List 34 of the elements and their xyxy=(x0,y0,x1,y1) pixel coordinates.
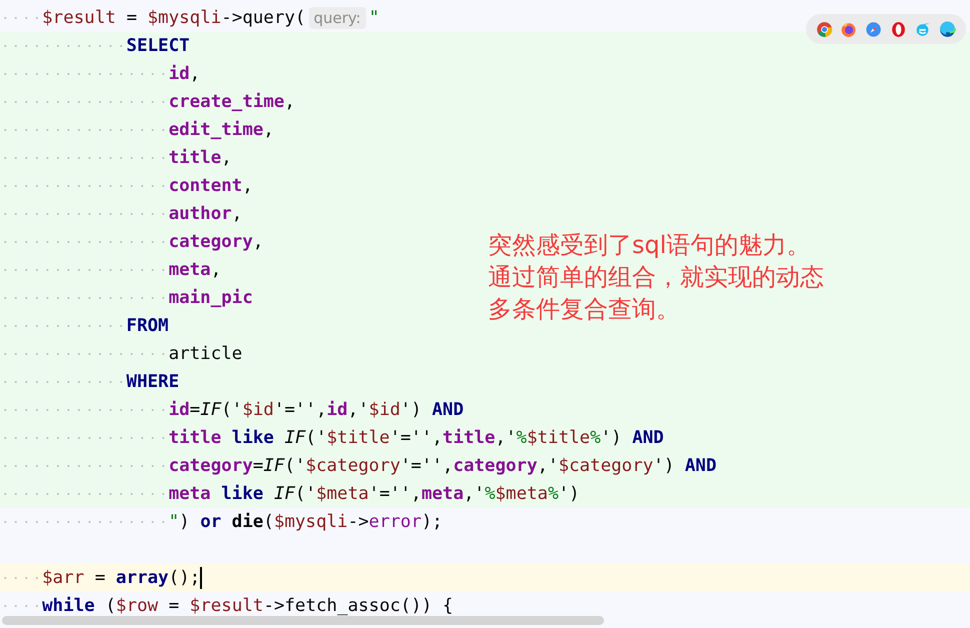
horizontal-scrollbar[interactable] xyxy=(2,616,604,625)
code-text: category=IF('$category'='',category,'$category') AND xyxy=(168,454,716,478)
code-text: id, xyxy=(168,62,200,86)
code-text: FROM xyxy=(126,314,169,338)
code-text: article xyxy=(168,342,242,366)
code-text: " xyxy=(368,6,380,30)
code-text: title, xyxy=(168,146,232,170)
chrome-browser-icon[interactable] xyxy=(816,20,833,38)
text-caret xyxy=(200,567,202,589)
code-text: edit_time, xyxy=(168,118,274,142)
code-text: category, xyxy=(168,230,264,254)
annotation-text: 多条件复合查询。 xyxy=(488,294,681,325)
code-text: author, xyxy=(168,202,242,226)
opera-browser-icon[interactable] xyxy=(890,20,907,38)
ie-browser-icon[interactable] xyxy=(914,20,932,38)
code-text: main_pic xyxy=(168,286,253,310)
code-text: $result = $mysqli->query( xyxy=(42,6,306,30)
code-text: ") or die($mysqli->error); xyxy=(168,510,443,534)
parameter-hint: query: xyxy=(308,7,366,29)
annotation-text: 突然感受到了sql语句的魅力。 xyxy=(488,230,812,261)
code-text: meta, xyxy=(168,258,222,282)
code-text: WHERE xyxy=(126,370,180,394)
code-text: create_time, xyxy=(168,90,296,114)
code-text: meta like IF('$meta'='',meta,'%$meta%') xyxy=(168,482,580,506)
annotation-text: 通过简单的组合，就实现的动态 xyxy=(488,262,824,293)
code-text: title like IF('$title'='',title,'%$title%') AND xyxy=(168,426,664,450)
code-text: content, xyxy=(168,174,253,198)
code-text: SELECT xyxy=(126,34,190,58)
edge-browser-icon[interactable] xyxy=(939,20,956,38)
code-text: id=IF('$id'='',id,'$id') AND xyxy=(168,398,464,422)
safari-browser-icon[interactable] xyxy=(865,20,882,38)
firefox-browser-icon[interactable] xyxy=(840,20,858,38)
code-text: while ($row = $result->fetch_assoc()) { xyxy=(42,594,454,618)
code-text: $arr = array(); xyxy=(42,566,200,590)
